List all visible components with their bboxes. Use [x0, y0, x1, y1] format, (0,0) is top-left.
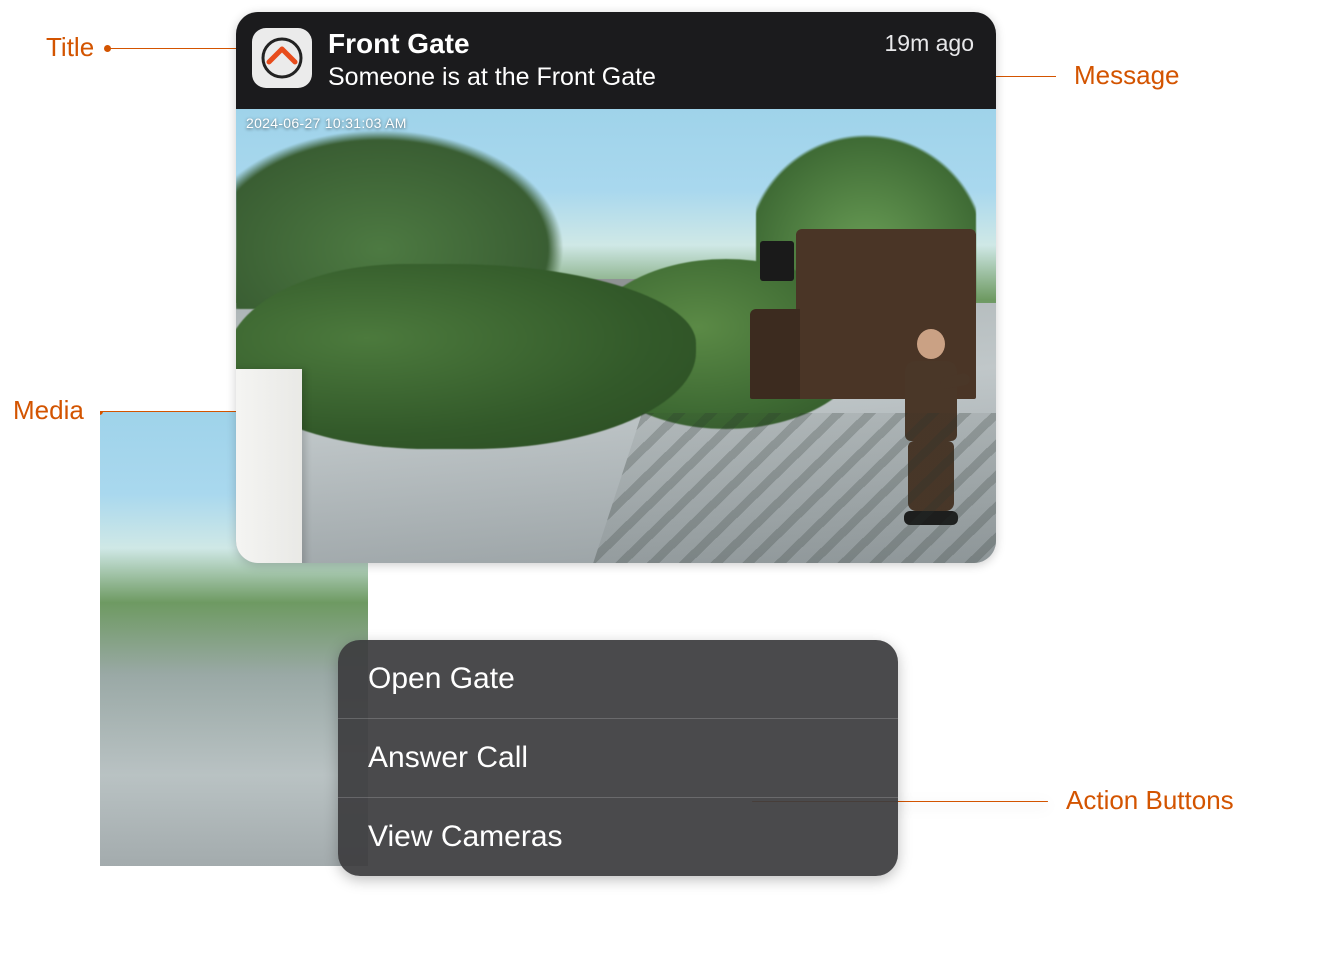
media-timestamp: 2024-06-27 10:31:03 AM — [246, 115, 407, 131]
media-bushes — [236, 264, 696, 449]
notification-message: Someone is at the Front Gate — [328, 62, 868, 93]
notification-media[interactable]: 2024-06-27 10:31:03 AM — [236, 109, 996, 563]
annotation-message: Message — [1074, 60, 1180, 91]
home-security-icon — [260, 36, 304, 80]
annotation-title: Title — [46, 32, 94, 63]
notification-timestamp: 19m ago — [884, 30, 974, 57]
annotation-media: Media — [13, 395, 84, 426]
notification-text-block: Front Gate Someone is at the Front Gate — [328, 28, 868, 93]
media-shadows — [590, 413, 996, 563]
action-view-cameras[interactable]: View Cameras — [338, 797, 898, 876]
media-wall — [236, 369, 302, 563]
action-menu: Open Gate Answer Call View Cameras — [338, 640, 898, 876]
notification-header: Front Gate Someone is at the Front Gate … — [236, 12, 996, 109]
notification-title: Front Gate — [328, 28, 868, 60]
notification-card[interactable]: Front Gate Someone is at the Front Gate … — [236, 12, 996, 563]
action-open-gate[interactable]: Open Gate — [338, 640, 898, 718]
annotation-actions: Action Buttons — [1066, 785, 1234, 816]
action-answer-call[interactable]: Answer Call — [338, 718, 898, 797]
app-icon — [252, 28, 312, 88]
